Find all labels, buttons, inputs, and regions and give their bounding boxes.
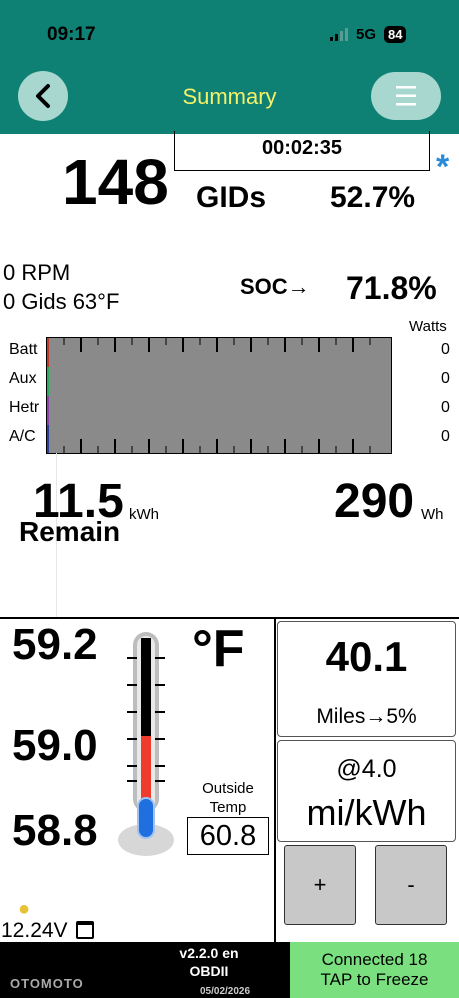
battery-temp-3: 58.8 (12, 806, 98, 855)
batt-watts: 0 (441, 341, 450, 358)
miles-value: 40.1 (325, 633, 408, 680)
wh-unit: Wh (421, 506, 444, 523)
connection-line-1: Connected 18 (321, 950, 428, 969)
soc-value: 71.8% (346, 270, 437, 306)
version-label: v2.2.0 en OBDII (150, 944, 268, 980)
power-bar-ticks (47, 338, 371, 453)
calendar-icon (76, 921, 94, 939)
temp-unit: °F (192, 620, 245, 678)
gids-percent: 52.7% (330, 181, 416, 214)
outside-temp-label: Outside Temp (202, 780, 254, 816)
efficiency-unit: mi/kWh (306, 792, 427, 833)
status-indicators: 5G 84 (330, 26, 407, 43)
aux-label: Aux (9, 370, 37, 387)
decrease-button[interactable]: - (375, 845, 447, 925)
hetr-watts: 0 (441, 399, 450, 416)
wh-value: 290 (334, 475, 415, 528)
connection-line-2: TAP to Freeze (320, 970, 429, 989)
outside-temp-value: 60.8 (187, 817, 269, 855)
gids-label: GIDs (196, 181, 267, 214)
column-divider (274, 619, 276, 942)
aux-voltage: 12.24V (1, 919, 68, 942)
miles-label: Miles→5% (316, 705, 417, 728)
footer-date: 05/02/2026 (200, 986, 251, 997)
efficiency-value: @4.0 (336, 755, 397, 783)
gids-value: 148 (62, 146, 169, 218)
increase-button[interactable]: + (284, 845, 356, 925)
version-line-1: v2.2.0 en (179, 945, 239, 961)
watts-header: Watts (409, 318, 447, 335)
ac-watts: 0 (441, 428, 450, 445)
battery-icon: 84 (384, 26, 407, 43)
rpm-readout: 0 RPM (3, 260, 71, 285)
battery-temp-1: 59.2 (12, 620, 98, 669)
battery-temp-2: 59.0 (12, 721, 98, 770)
thermometer-icon (118, 632, 174, 856)
trip-timer[interactable]: 00:02:35 (174, 131, 430, 171)
batt-label: Batt (9, 341, 38, 358)
status-time: 09:17 (47, 24, 96, 45)
version-line-2: OBDII (189, 963, 229, 979)
gids-temp-readout: 0 Gids 63°F (3, 289, 120, 314)
soc-label: SOC→ (240, 274, 310, 299)
menu-button[interactable] (371, 72, 441, 120)
remain-label: Remain (19, 516, 121, 547)
connection-status-button[interactable]: Connected 18 TAP to Freeze (290, 942, 459, 998)
ac-label: A/C (9, 428, 36, 445)
network-label: 5G (356, 26, 377, 43)
power-bar-chart (46, 337, 392, 454)
aux-watts: 0 (441, 370, 450, 387)
signal-icon (330, 28, 348, 41)
star-icon: * (436, 148, 450, 186)
hamburger-icon (396, 86, 416, 106)
hetr-label: Hetr (9, 399, 40, 416)
remain-unit: kWh (129, 506, 159, 523)
watermark: OTOMOTO (10, 976, 84, 991)
lightbulb-icon: ● (18, 898, 31, 920)
